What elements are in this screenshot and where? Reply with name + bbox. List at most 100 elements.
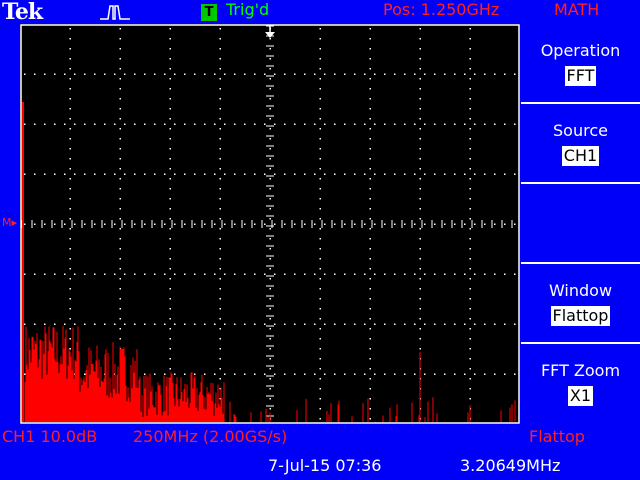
- menu-item-empty[interactable]: [521, 184, 640, 264]
- grid-dot: [69, 228, 71, 230]
- grid-dot: [69, 338, 71, 340]
- grid-dot: [444, 373, 446, 375]
- grid-dot: [44, 323, 46, 325]
- grid-dot: [204, 273, 206, 275]
- grid-dot: [174, 323, 176, 325]
- grid-dot: [484, 73, 486, 75]
- grid-dot: [504, 123, 506, 125]
- grid-dot: [469, 298, 471, 300]
- grid-dot: [169, 248, 171, 250]
- grid-dot: [44, 123, 46, 125]
- grid-dot: [484, 323, 486, 325]
- grid-dot: [269, 138, 271, 140]
- grid-dot: [264, 323, 266, 325]
- grid-dot: [69, 298, 71, 300]
- grid-dot: [69, 308, 71, 310]
- grid-dot: [344, 273, 346, 275]
- grid-dot: [164, 173, 166, 175]
- grid-dot: [119, 88, 121, 90]
- grid-dot: [169, 88, 171, 90]
- grid-dot: [504, 173, 506, 175]
- grid-dot: [269, 158, 271, 160]
- grid-dot: [369, 268, 371, 270]
- grid-dot: [469, 158, 471, 160]
- grid-dot: [224, 73, 226, 75]
- grid-dot: [274, 273, 276, 275]
- grid-dot: [369, 88, 371, 90]
- grid-dot: [414, 323, 416, 325]
- grid-dot: [319, 138, 321, 140]
- grid-dot: [469, 148, 471, 150]
- grid-dot: [119, 68, 121, 70]
- grid-dot: [364, 123, 366, 125]
- grid-dot: [254, 273, 256, 275]
- grid-dot: [454, 173, 456, 175]
- grid-dot: [369, 318, 371, 320]
- grid-dot: [364, 373, 366, 375]
- grid-dot: [434, 323, 436, 325]
- grid-dot: [274, 73, 276, 75]
- grid-dot: [119, 288, 121, 290]
- grid-dot: [454, 373, 456, 375]
- grid-dot: [514, 173, 516, 175]
- grid-dot: [469, 68, 471, 70]
- grid-dot: [304, 323, 306, 325]
- menu-value-operation: FFT: [564, 66, 597, 86]
- grid-dot: [244, 73, 246, 75]
- grid-dot: [374, 373, 376, 375]
- top-status-bar: Tek T Trig'd Pos: 1.250GHz MATH: [0, 0, 640, 25]
- grid-dot: [319, 318, 321, 320]
- grid-dot: [154, 223, 156, 225]
- grid-dot: [144, 123, 146, 125]
- grid-dot: [269, 148, 271, 150]
- menu-label-operation: Operation: [540, 41, 621, 60]
- grid-dot: [69, 88, 71, 90]
- grid-dot: [364, 173, 366, 175]
- grid-dot: [514, 73, 516, 75]
- grid-dot: [494, 373, 496, 375]
- grid-dot: [369, 68, 371, 70]
- grid-dot: [494, 173, 496, 175]
- grid-dot: [454, 323, 456, 325]
- grid-dot: [419, 48, 421, 50]
- grid-dot: [364, 73, 366, 75]
- grid-dot: [104, 273, 106, 275]
- grid-dot: [434, 173, 436, 175]
- grid-dot: [404, 223, 406, 225]
- grid-dot: [24, 373, 26, 375]
- grid-dot: [314, 373, 316, 375]
- menu-item-operation[interactable]: Operation FFT: [521, 24, 640, 104]
- grid-dot: [114, 323, 116, 325]
- grid-dot: [119, 278, 121, 280]
- menu-item-fft-zoom[interactable]: FFT Zoom X1: [521, 344, 640, 422]
- grid-dot: [234, 373, 236, 375]
- grid-dot: [119, 248, 121, 250]
- grid-dot: [469, 268, 471, 270]
- grid-dot: [74, 173, 76, 175]
- menu-item-window[interactable]: Window Flattop: [521, 264, 640, 344]
- grid-dot: [269, 288, 271, 290]
- grid-dot: [69, 28, 71, 30]
- grid-dot: [414, 273, 416, 275]
- menu-label-window: Window: [548, 281, 613, 300]
- grid-dot: [224, 273, 226, 275]
- grid-dot: [384, 373, 386, 375]
- grid-dot: [269, 278, 271, 280]
- grid-dot: [104, 123, 106, 125]
- grid-dot: [369, 28, 371, 30]
- grid-dot: [419, 298, 421, 300]
- grid-dot: [219, 228, 221, 230]
- grid-dot: [384, 273, 386, 275]
- grid-dot: [169, 228, 171, 230]
- grid-dot: [319, 418, 321, 420]
- grid-dot: [219, 138, 221, 140]
- grid-dot: [119, 28, 121, 30]
- menu-item-source[interactable]: Source CH1: [521, 104, 640, 184]
- grid-dot: [219, 98, 221, 100]
- grid-dot: [119, 158, 121, 160]
- grid-dot: [214, 373, 216, 375]
- grid-dot: [164, 323, 166, 325]
- grid-dot: [69, 108, 71, 110]
- grid-dot: [294, 223, 296, 225]
- grid-dot: [24, 223, 26, 225]
